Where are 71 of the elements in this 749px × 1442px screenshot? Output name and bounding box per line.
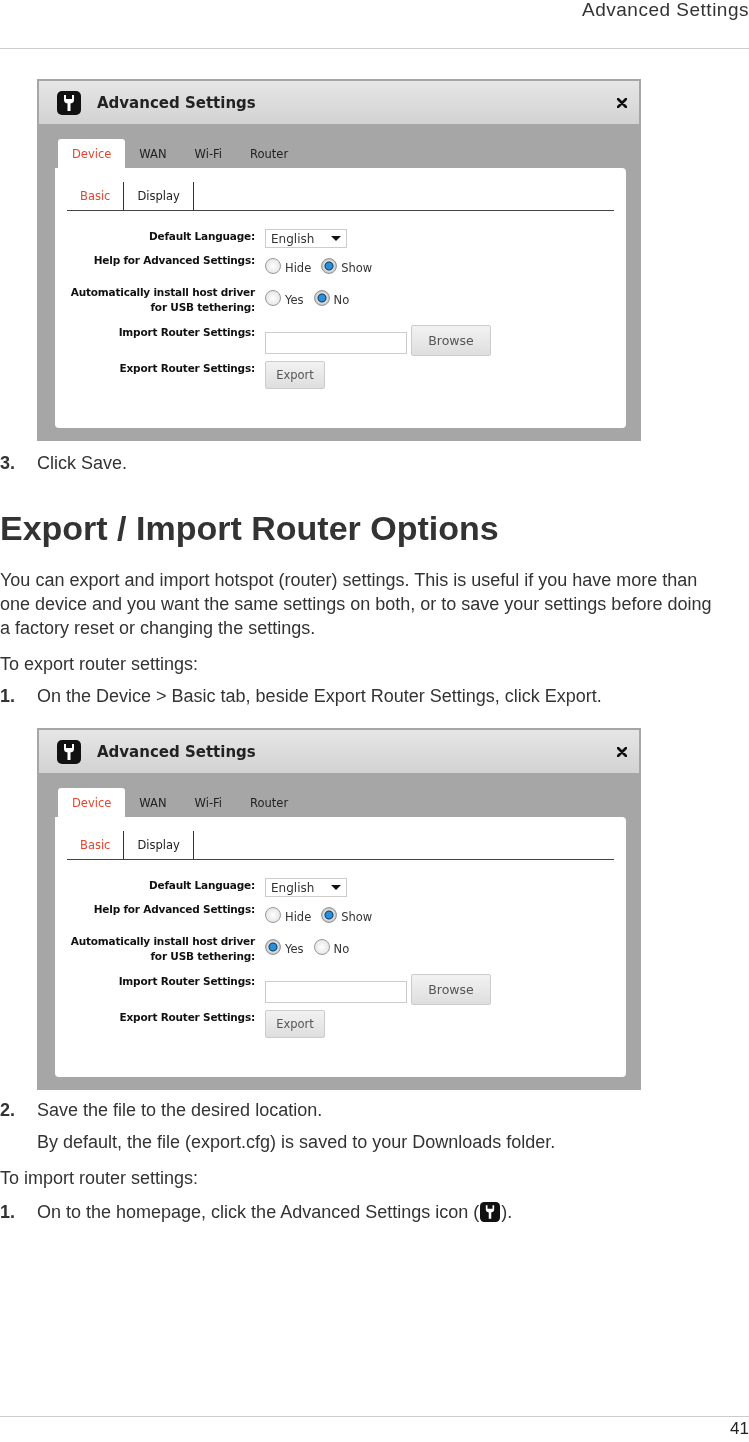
step-note: By default, the file (export.cfg) is saved to your Downloads folder.: [37, 1131, 557, 1154]
paragraph: To export router settings:: [0, 653, 200, 676]
subtab[interactable]: Basic: [67, 182, 125, 210]
radio-label: Show: [341, 260, 373, 277]
file-path-field[interactable]: [265, 331, 407, 354]
tab[interactable]: Device: [58, 788, 126, 817]
field-label: Import Router Settings:: [117, 974, 255, 989]
field-label: Help for Advanced Settings:: [92, 902, 255, 917]
field-label: Default Language:: [148, 229, 255, 244]
wrench-icon: [57, 739, 81, 764]
section-heading: Export / Import Router Options: [0, 508, 500, 548]
caret-icon: [331, 885, 341, 890]
radio-button[interactable]: [265, 289, 281, 306]
step-number: 2.: [0, 1099, 16, 1122]
radio-label: No: [333, 941, 350, 958]
tab[interactable]: Wi-Fi: [180, 788, 236, 817]
wrench-icon: [480, 1201, 501, 1222]
radio-button[interactable]: [265, 257, 281, 274]
close-icon[interactable]: [617, 97, 627, 108]
radio-label: Hide: [285, 909, 312, 926]
step-number: 1.: [0, 1201, 16, 1224]
radio-label: Yes: [285, 941, 304, 958]
language-dropdown[interactable]: English: [265, 878, 347, 897]
field-label: Import Router Settings:: [117, 325, 255, 340]
subtab[interactable]: Display: [124, 182, 194, 210]
step-text: Click Save.: [37, 453, 128, 473]
radio-button[interactable]: [321, 906, 338, 923]
export-button[interactable]: Export: [265, 1010, 325, 1038]
radio-label: Yes: [285, 292, 304, 309]
tab[interactable]: Router: [236, 788, 303, 817]
step-number: 3.: [0, 452, 16, 475]
subtab[interactable]: Basic: [67, 831, 125, 859]
page-number: 41: [730, 1419, 749, 1438]
subtab[interactable]: Display: [124, 831, 194, 859]
step-text: ).: [501, 1202, 513, 1222]
wrench-icon: [57, 90, 81, 115]
export-button[interactable]: Export: [265, 361, 325, 389]
radio-button[interactable]: [265, 906, 281, 923]
radio-label: Hide: [285, 260, 312, 277]
browse-button[interactable]: Browse: [411, 325, 491, 356]
field-label: Export Router Settings:: [118, 1010, 255, 1025]
close-icon[interactable]: [617, 746, 627, 757]
paragraph: To import router settings:: [0, 1167, 200, 1190]
paragraph: You can export and import hotspot (router) settings. This is useful if you have more than one device and you want the same settings on both, or to save your settings before doing a factory reset or changing the settings.: [0, 569, 713, 640]
radio-label: No: [333, 292, 350, 309]
language-dropdown[interactable]: English: [265, 229, 347, 248]
running-header: Advanced Settings: [582, 0, 749, 20]
field-label: Help for Advanced Settings:: [92, 253, 255, 268]
step-text: Save the file to the desired location.: [37, 1100, 323, 1120]
field-label: Export Router Settings:: [118, 361, 255, 376]
step-text: On to the homepage, click the Advanced Settings icon (: [37, 1202, 480, 1222]
file-path-field[interactable]: [265, 980, 407, 1003]
field-label: Automatically install host driver for USB tethering:: [69, 934, 255, 964]
tab[interactable]: WAN: [125, 139, 181, 168]
step-text: On the Device > Basic tab, beside Export Router Settings, click Export.: [37, 686, 602, 706]
window-title: Advanced Settings: [97, 741, 257, 763]
radio-button[interactable]: [265, 938, 281, 955]
field-label: Default Language:: [148, 878, 255, 893]
step-number: 1.: [0, 685, 16, 708]
radio-button[interactable]: [321, 257, 338, 274]
caret-icon: [331, 236, 341, 241]
radio-button[interactable]: [313, 938, 330, 955]
tab[interactable]: Wi-Fi: [180, 139, 236, 168]
tab[interactable]: Router: [236, 139, 303, 168]
radio-label: Show: [341, 909, 373, 926]
tab[interactable]: Device: [58, 139, 126, 168]
tab[interactable]: WAN: [125, 788, 181, 817]
radio-button[interactable]: [313, 289, 330, 306]
field-label: Automatically install host driver for USB tethering:: [69, 285, 255, 315]
window-title: Advanced Settings: [97, 92, 257, 114]
browse-button[interactable]: Browse: [411, 974, 491, 1005]
